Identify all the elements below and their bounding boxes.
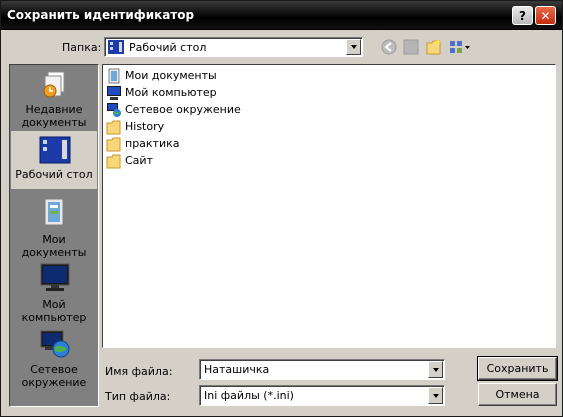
file-name: практика: [125, 137, 180, 150]
file-name: History: [125, 120, 165, 133]
place-label: Сетевое: [30, 363, 78, 376]
folder-icon: [106, 154, 121, 169]
folder-icon: [106, 120, 121, 135]
up-folder-icon[interactable]: [402, 38, 420, 56]
lookin-dropdown-arrow[interactable]: [346, 39, 361, 55]
filetype-dropdown[interactable]: Ini файлы (*.ini): [199, 385, 445, 406]
view-menu-icon[interactable]: [448, 38, 472, 56]
network-icon: [40, 330, 70, 358]
lookin-label: Папка:: [62, 41, 102, 54]
filetype-label: Тип файла:: [105, 390, 171, 403]
place-desktop[interactable]: Рабочий стол: [11, 131, 97, 189]
chevron-down-icon: [432, 367, 439, 372]
my-computer-icon: [107, 86, 121, 100]
place-label: Недавние: [25, 103, 83, 116]
save-button[interactable]: Сохранить: [477, 356, 558, 381]
file-list[interactable]: Мои документы Мой компьютер Сетевое окру…: [102, 64, 556, 348]
my-documents-icon: [108, 68, 120, 84]
lookin-value: Рабочий стол: [129, 41, 207, 54]
help-button[interactable]: ?: [512, 6, 533, 25]
save-dialog: Сохранить идентификатор ? ✕ Папка: Рабоч…: [0, 0, 563, 417]
place-label: Мои документы: [21, 233, 87, 259]
places-bar: Недавние документы Рабочий стол Мои доку…: [9, 64, 99, 407]
my-computer-icon: [40, 263, 70, 291]
dialog-title: Сохранить идентификатор: [7, 8, 195, 22]
filename-label: Имя файла:: [105, 365, 173, 378]
chevron-down-icon: [350, 45, 357, 49]
filename-dropdown-arrow[interactable]: [428, 361, 443, 378]
place-label: документы: [21, 116, 87, 129]
desktop-icon: [39, 136, 71, 164]
place-my-computer[interactable]: Мой компьютер: [11, 258, 97, 324]
back-icon[interactable]: [380, 38, 398, 56]
place-network[interactable]: Сетевое окружение: [11, 323, 97, 397]
filetype-dropdown-arrow[interactable]: [428, 387, 443, 404]
recent-documents-icon: [43, 71, 65, 98]
close-button[interactable]: ✕: [535, 6, 556, 25]
lookin-dropdown[interactable]: Рабочий стол: [104, 37, 363, 57]
place-label: Мой компьютер: [21, 298, 87, 324]
title-bar[interactable]: Сохранить идентификатор ? ✕: [1, 1, 562, 30]
file-name: Сайт: [125, 154, 153, 167]
filetype-value: Ini файлы (*.ini): [204, 389, 294, 402]
cancel-button[interactable]: Отмена: [478, 383, 557, 406]
place-label: окружение: [21, 376, 87, 389]
file-name: Мой компьютер: [125, 86, 217, 99]
file-name: Сетевое окружение: [125, 103, 241, 116]
filename-field[interactable]: Наташичка: [199, 359, 445, 380]
folder-icon: [106, 137, 121, 152]
file-name: Мои документы: [125, 69, 217, 82]
network-icon: [107, 103, 121, 117]
new-folder-icon[interactable]: [425, 38, 443, 56]
chevron-down-icon: [432, 393, 439, 398]
desktop-icon: [108, 40, 124, 54]
filename-value: Наташичка: [204, 363, 270, 376]
place-label: Рабочий стол: [15, 168, 93, 181]
place-recent-documents[interactable]: Недавние документы: [11, 67, 97, 129]
place-my-documents[interactable]: Мои документы: [11, 193, 97, 259]
my-documents-icon: [44, 198, 64, 226]
